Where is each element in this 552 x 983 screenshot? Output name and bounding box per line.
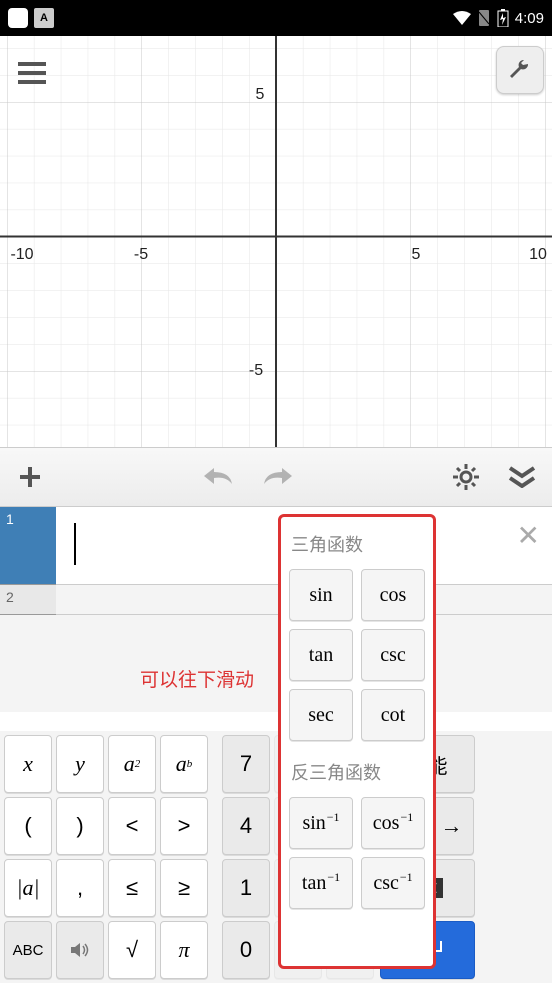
scroll-hint: 可以往下滑动 [0,615,552,712]
row-number: 1 [0,507,56,585]
wrench-icon [508,58,532,82]
wifi-icon [453,11,471,25]
xtick-label: -5 [134,246,148,264]
xtick-label: 10 [529,246,547,264]
cot-key[interactable]: cot [361,689,425,741]
gt-key[interactable]: > [160,797,208,855]
tan-key[interactable]: tan [289,629,353,681]
comma-key[interactable]: , [56,859,104,917]
graph-area[interactable]: -10 -5 5 10 5 -5 [0,36,552,447]
function-popup[interactable]: 三角函数 sin cos tan csc sec cot 反三角函数 sin−1… [278,514,436,969]
expression-row-1[interactable]: 1 ✕ [0,507,552,585]
ime-icon: A [34,8,54,28]
x-key[interactable]: x [4,735,52,793]
redo-button[interactable] [258,459,294,495]
cos-key[interactable]: cos [361,569,425,621]
power-key[interactable]: ab [160,735,208,793]
graph-grid [0,36,552,447]
add-button[interactable] [12,459,48,495]
asin-key[interactable]: sin−1 [289,797,353,849]
gear-button[interactable] [448,459,484,495]
expression-list: 1 ✕ 2 可以往下滑动 [0,507,552,712]
popup-section-title: 三角函数 [291,531,423,557]
collapse-button[interactable] [504,459,540,495]
le-key[interactable]: ≤ [108,859,156,917]
pi-key[interactable]: π [160,921,208,979]
sqrt-key[interactable]: √ [108,921,156,979]
abc-key[interactable]: ABC [4,921,52,979]
7-key[interactable]: 7 [222,735,270,793]
row-number: 2 [0,585,56,615]
0-key[interactable]: 0 [222,921,270,979]
battery-icon [497,9,509,27]
xtick-label: 5 [412,246,421,264]
1-key[interactable]: 1 [222,859,270,917]
sound-key[interactable] [56,921,104,979]
menu-button[interactable] [18,62,46,89]
lt-key[interactable]: < [108,797,156,855]
ytick-label: -5 [249,362,263,380]
atan-key[interactable]: tan−1 [289,857,353,909]
y-key[interactable]: y [56,735,104,793]
xtick-label: -10 [10,246,33,264]
csc-key[interactable]: csc [361,629,425,681]
acos-key[interactable]: cos−1 [361,797,425,849]
ge-key[interactable]: ≥ [160,859,208,917]
rparen-key[interactable]: ) [56,797,104,855]
gear-icon [453,464,479,490]
settings-button[interactable] [496,46,544,94]
lparen-key[interactable]: ( [4,797,52,855]
app-icon [8,8,28,28]
abs-key[interactable]: |a| [4,859,52,917]
expression-toolbar [0,447,552,507]
acsc-key[interactable]: csc−1 [361,857,425,909]
expression-row-2[interactable]: 2 [0,585,552,615]
popup-section-title: 反三角函数 [291,759,423,785]
clock: 4:09 [515,10,544,27]
undo-button[interactable] [202,459,238,495]
4-key[interactable]: 4 [222,797,270,855]
sim-icon [477,10,491,26]
sec-key[interactable]: sec [289,689,353,741]
clear-button[interactable]: ✕ [517,519,540,552]
speaker-icon [70,941,90,959]
sin-key[interactable]: sin [289,569,353,621]
keyboard: x y a2 ab ( ) < > |a| , ≤ ≥ ABC √ π 7 8 … [0,731,552,983]
status-bar: A 4:09 [0,0,552,36]
square-key[interactable]: a2 [108,735,156,793]
ytick-label: 5 [256,86,265,104]
